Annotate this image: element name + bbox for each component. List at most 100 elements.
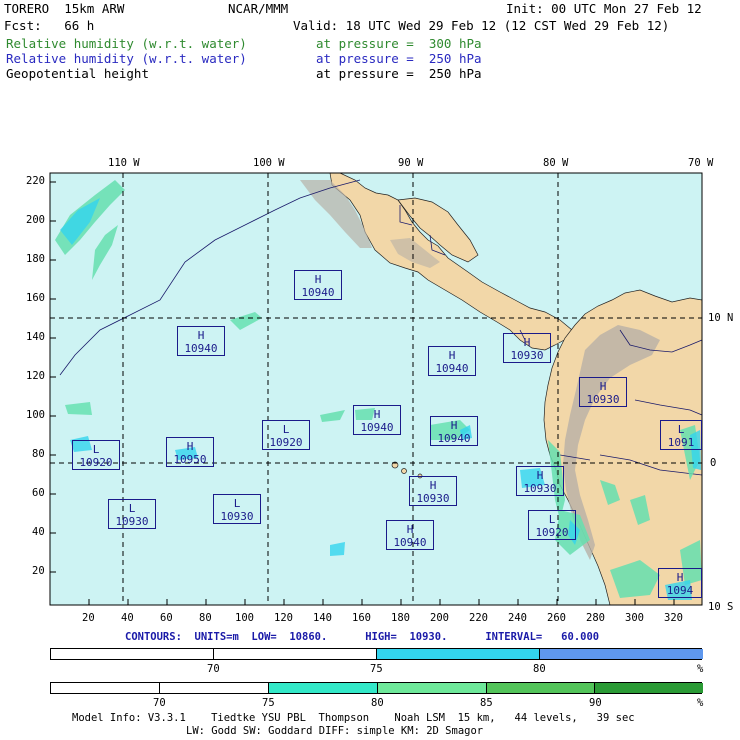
colorbar1-label: 80 xyxy=(533,663,546,675)
center-type: L xyxy=(92,443,100,456)
low-pressure-center: L 10920 xyxy=(262,420,310,450)
y-tick-label: 100 xyxy=(26,409,45,421)
x-tick-label: 100 xyxy=(235,612,254,624)
high-pressure-center: H 10940 xyxy=(353,405,401,435)
x-tick-label: 80 xyxy=(199,612,212,624)
y-tick-label: 160 xyxy=(26,292,45,304)
center-type: H xyxy=(186,440,194,453)
y-tick-label: 220 xyxy=(26,175,45,187)
high-pressure-center: H 10940 xyxy=(177,326,225,356)
colorbar2-label: 75 xyxy=(262,697,275,709)
low-pressure-center: L 10920 xyxy=(528,510,576,540)
lat-label-10s: 10 S xyxy=(708,601,734,613)
y-tick-label: 200 xyxy=(26,214,45,226)
colorbar1-label: 70 xyxy=(207,663,220,675)
x-tick-label: 200 xyxy=(430,612,449,624)
high-pressure-center: H 1094 xyxy=(658,568,702,598)
center-value: 10930 xyxy=(510,349,544,362)
high-pressure-center: H 10930 xyxy=(579,377,627,407)
model-info-line-1: Model Info: V3.3.1 Tiedtke YSU PBL Thomp… xyxy=(72,712,635,724)
center-value: 10940 xyxy=(301,286,335,299)
x-tick-label: 280 xyxy=(586,612,605,624)
center-value: 10920 xyxy=(79,456,113,469)
weather-map xyxy=(49,172,703,606)
lat-label-10n: 10 N xyxy=(708,312,734,324)
colorbar2-label: 80 xyxy=(371,697,384,709)
colorbar-segment xyxy=(377,649,540,659)
colorbar-rh-250 xyxy=(50,648,703,660)
y-tick-label: 180 xyxy=(26,253,45,265)
colorbar1-label: 75 xyxy=(370,663,383,675)
x-tick-label: 160 xyxy=(352,612,371,624)
y-tick-label: 120 xyxy=(26,370,45,382)
center-value: 10940 xyxy=(435,362,469,375)
high-pressure-center: H 10940 xyxy=(428,346,476,376)
lat-label-eq: 0 xyxy=(710,457,717,469)
colorbar-segment xyxy=(214,649,377,659)
y-tick-label: 80 xyxy=(32,448,45,460)
low-pressure-center: L 10930 xyxy=(213,494,261,524)
y-tick-label: 60 xyxy=(32,487,45,499)
colorbar1-unit: % xyxy=(697,663,704,675)
center-type: H xyxy=(523,336,531,349)
center-type: L xyxy=(282,423,290,436)
colorbar2-label: 85 xyxy=(480,697,493,709)
x-tick-label: 60 xyxy=(160,612,173,624)
x-tick-label: 320 xyxy=(664,612,683,624)
center-value: 10930 xyxy=(523,482,557,495)
high-pressure-center: H 10940 xyxy=(294,270,342,300)
center-value: 10940 xyxy=(360,421,394,434)
high-pressure-center: H 10930 xyxy=(516,466,564,496)
center-value: 10940 xyxy=(184,342,218,355)
high-pressure-center: H 10940 xyxy=(430,416,478,446)
center-type: L xyxy=(677,423,685,436)
center-type: H xyxy=(450,419,458,432)
center-type: H xyxy=(429,479,437,492)
center-value: 10930 xyxy=(416,492,450,505)
center-type: L xyxy=(233,497,241,510)
colorbar-segment xyxy=(51,683,160,693)
center-value: 1094 xyxy=(666,584,694,597)
center-type: H xyxy=(197,329,205,342)
center-value: 10950 xyxy=(173,453,207,466)
x-tick-label: 120 xyxy=(274,612,293,624)
x-tick-label: 40 xyxy=(121,612,134,624)
y-tick-label: 140 xyxy=(26,331,45,343)
x-tick-label: 220 xyxy=(469,612,488,624)
high-pressure-center: H 10950 xyxy=(166,437,214,467)
center-value: 10940 xyxy=(393,536,427,549)
colorbar-rh-300 xyxy=(50,682,703,694)
center-type: L xyxy=(128,502,136,515)
x-tick-label: 300 xyxy=(625,612,644,624)
center-type: H xyxy=(373,408,381,421)
center-type: H xyxy=(599,380,607,393)
center-type: L xyxy=(548,513,556,526)
center-type: H xyxy=(314,273,322,286)
y-tick-label: 40 xyxy=(32,526,45,538)
colorbar2-label: 70 xyxy=(153,697,166,709)
colorbar-segment xyxy=(378,683,487,693)
galapagos-island xyxy=(401,468,407,474)
center-value: 10940 xyxy=(437,432,471,445)
low-pressure-center: L 10920 xyxy=(72,440,120,470)
colorbar2-unit: % xyxy=(697,697,704,709)
center-value: 10930 xyxy=(115,515,149,528)
center-type: H xyxy=(536,469,544,482)
colorbar-segment xyxy=(51,649,214,659)
center-type: H xyxy=(448,349,456,362)
center-value: 10920 xyxy=(535,526,569,539)
colorbar2-label: 90 xyxy=(589,697,602,709)
low-pressure-center: L 1091 xyxy=(660,420,702,450)
contours-info: CONTOURS: UNITS=m LOW= 10860. HIGH= 1093… xyxy=(125,631,600,643)
colorbar-segment xyxy=(540,649,703,659)
y-tick-label: 20 xyxy=(32,565,45,577)
x-tick-label: 140 xyxy=(313,612,332,624)
x-tick-label: 180 xyxy=(391,612,410,624)
high-pressure-center: H 10930 xyxy=(503,333,551,363)
x-tick-label: 260 xyxy=(547,612,566,624)
low-pressure-center: L 10930 xyxy=(108,499,156,529)
center-value: 10930 xyxy=(586,393,620,406)
colorbar-segment xyxy=(595,683,703,693)
colorbar-segment xyxy=(487,683,595,693)
colorbar-segment xyxy=(269,683,378,693)
